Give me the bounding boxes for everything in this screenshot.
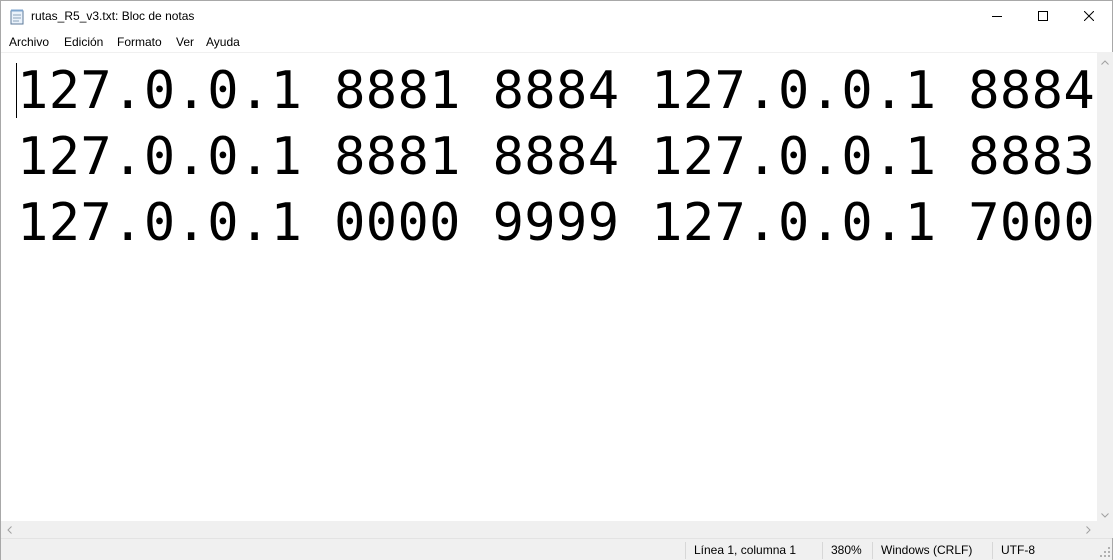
scroll-left-button[interactable] — [1, 521, 18, 538]
status-zoom: 380% — [822, 542, 862, 559]
scroll-up-button[interactable] — [1097, 52, 1112, 69]
minimize-icon — [992, 10, 1002, 24]
status-bar: Línea 1, columna 1 380% Windows (CRLF) U… — [1, 538, 1112, 560]
notepad-window: rutas_R5_v3.txt: Bloc de notas Archivo E… — [0, 0, 1113, 560]
window-title: rutas_R5_v3.txt: Bloc de notas — [31, 9, 195, 23]
menu-ayuda[interactable]: Ayuda — [206, 35, 240, 49]
notepad-icon — [10, 9, 24, 25]
menu-ver[interactable]: Ver — [176, 35, 194, 49]
scroll-right-button[interactable] — [1080, 521, 1097, 538]
scroll-down-button[interactable] — [1097, 505, 1112, 522]
text-line[interactable]: 127.0.0.1 8881 8884 127.0.0.1 8883 — [17, 124, 1095, 190]
minimize-button[interactable] — [974, 1, 1020, 32]
menu-edicion[interactable]: Edición — [64, 35, 103, 49]
chevron-left-icon — [7, 523, 12, 537]
maximize-button[interactable] — [1020, 1, 1066, 32]
horizontal-scrollbar[interactable] — [1, 521, 1097, 538]
status-cursor-position: Línea 1, columna 1 — [685, 542, 796, 559]
maximize-icon — [1038, 10, 1048, 24]
close-button[interactable] — [1066, 1, 1112, 32]
text-line[interactable]: 127.0.0.1 0000 9999 127.0.0.1 7000 — [17, 190, 1095, 256]
chevron-right-icon — [1086, 523, 1091, 537]
status-encoding: UTF-8 — [992, 542, 1035, 559]
menu-archivo[interactable]: Archivo — [9, 35, 49, 49]
resize-grip-icon[interactable] — [1099, 546, 1111, 558]
menu-bar: Archivo Edición Formato Ver Ayuda — [1, 32, 1112, 52]
text-line[interactable]: 127.0.0.1 8881 8884 127.0.0.1 8884 — [17, 58, 1095, 124]
status-line-endings: Windows (CRLF) — [872, 542, 972, 559]
text-content[interactable]: 127.0.0.1 8881 8884 127.0.0.1 8884 127.0… — [17, 58, 1095, 256]
vertical-scrollbar[interactable] — [1097, 52, 1113, 522]
close-icon — [1083, 10, 1095, 24]
title-bar[interactable]: rutas_R5_v3.txt: Bloc de notas — [1, 1, 1112, 32]
menu-formato[interactable]: Formato — [117, 35, 162, 49]
chevron-up-icon — [1100, 54, 1109, 68]
scrollbar-corner — [1097, 521, 1113, 538]
text-editor[interactable]: 127.0.0.1 8881 8884 127.0.0.1 8884 127.0… — [1, 52, 1097, 522]
chevron-down-icon — [1100, 507, 1109, 521]
